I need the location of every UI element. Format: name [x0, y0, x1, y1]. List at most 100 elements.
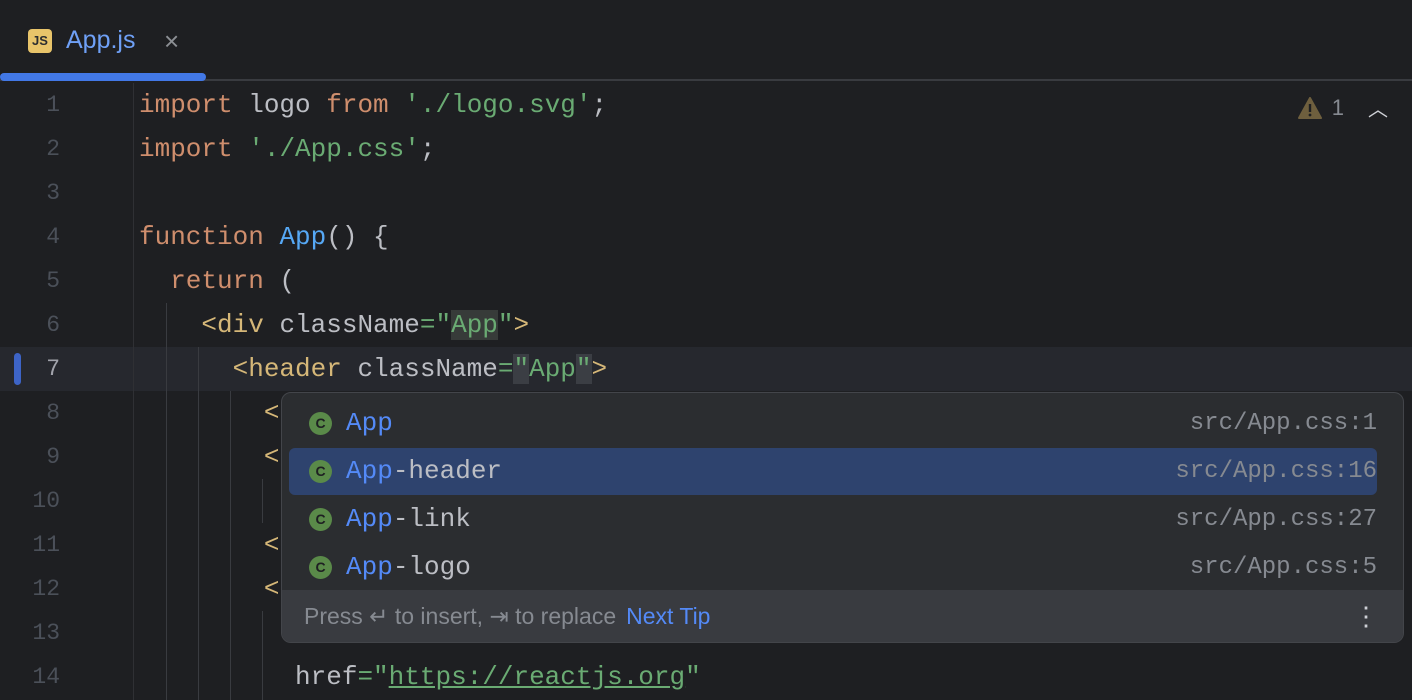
line-number: 11 — [0, 523, 60, 567]
code-text: import logo from './logo.svg'; — [139, 83, 607, 127]
line-number: 7 — [0, 347, 60, 391]
code-token: ( — [264, 266, 295, 296]
code-token: ; — [592, 90, 608, 120]
indent-guide — [198, 347, 199, 700]
code-text: <header className="App"> — [139, 347, 607, 391]
match-text: App — [346, 504, 393, 534]
line-number: 1 — [0, 83, 60, 127]
line-number: 8 — [0, 391, 60, 435]
code-token: App — [529, 354, 576, 384]
indent-guide — [262, 479, 263, 523]
code-token: < — [264, 398, 280, 428]
code-token: import — [139, 90, 233, 120]
code-token: " — [576, 354, 592, 384]
code-token: from — [326, 90, 388, 120]
code-text: < — [139, 523, 279, 567]
more-options-icon[interactable]: ⋮ — [1353, 590, 1379, 642]
line-number: 5 — [0, 259, 60, 303]
css-class-icon: C — [309, 412, 332, 435]
tab-app-js[interactable]: JS App.js × — [0, 0, 206, 81]
active-tab-indicator — [0, 73, 206, 81]
code-token: import — [139, 134, 233, 164]
rest-text: -header — [393, 456, 502, 486]
line-number: 2 — [0, 127, 60, 171]
code-token: function — [139, 222, 264, 252]
code-line[interactable]: 7 <header className="App"> — [0, 347, 1412, 391]
code-token — [139, 442, 264, 472]
chevron-up-icon[interactable]: ︿ — [1368, 93, 1388, 122]
line-number: 6 — [0, 303, 60, 347]
code-token: < — [264, 530, 280, 560]
code-token: ; — [420, 134, 436, 164]
code-token: <div — [201, 310, 263, 340]
code-line[interactable]: 1 import logo from './logo.svg'; — [0, 83, 1412, 127]
completion-item-location: src/App.css:1 — [1190, 400, 1377, 447]
code-token: " — [685, 662, 701, 692]
code-token — [139, 310, 201, 340]
indent-guide — [230, 391, 231, 700]
code-text: return ( — [139, 259, 295, 303]
code-text: <div className="App"> — [139, 303, 529, 347]
code-token — [139, 574, 264, 604]
code-token: './logo.svg' — [404, 90, 591, 120]
line-number: 10 — [0, 479, 60, 523]
code-token: className — [264, 310, 420, 340]
indent-guide — [166, 303, 167, 700]
inspection-widget[interactable]: 1 ︿ — [1298, 93, 1388, 122]
completion-popup: CAppsrc/App.css:1CApp-headersrc/App.css:… — [281, 392, 1404, 643]
tab-label: App.js — [66, 26, 135, 55]
line-number: 9 — [0, 435, 60, 479]
code-token: App — [279, 222, 326, 252]
code-line[interactable]: 2import './App.css'; — [0, 127, 1412, 171]
code-token: () { — [326, 222, 388, 252]
completion-item[interactable]: CApp-headersrc/App.css:16 — [289, 448, 1377, 495]
completion-item[interactable]: C App src/App.css:1 — [289, 400, 1377, 447]
completion-item-location: src/App.css:5 — [1190, 544, 1377, 591]
code-token: href — [139, 662, 357, 692]
next-tip-link[interactable]: Next Tip — [626, 603, 710, 629]
css-class-icon: C — [309, 556, 332, 579]
completion-item[interactable]: C App-link src/App.css:27 — [289, 496, 1377, 543]
code-token: = — [498, 354, 514, 384]
code-token: " — [498, 310, 514, 340]
code-line[interactable]: 14 href="https://reactjs.org" — [0, 655, 1412, 699]
code-text: < — [139, 391, 279, 435]
close-icon[interactable]: × — [164, 26, 179, 57]
completion-item-name: App-header — [346, 448, 502, 495]
completion-item[interactable]: C App-logo src/App.css:5 — [289, 544, 1377, 591]
code-text: href="https://reactjs.org" — [139, 655, 701, 699]
completion-item-name: App-link — [346, 496, 471, 543]
code-text: < — [139, 435, 279, 479]
code-token: < — [264, 574, 280, 604]
match-text: App — [346, 408, 393, 438]
completion-item-name: App-logo — [346, 544, 471, 591]
css-class-icon: C — [309, 508, 332, 531]
code-line[interactable]: 6 <div className="App"> — [0, 303, 1412, 347]
code-token — [389, 90, 405, 120]
code-token: logo — [233, 90, 327, 120]
completion-footer: Press ↵ to insert, ⇥ to replaceNext Tip … — [282, 590, 1404, 643]
match-text: App — [346, 552, 393, 582]
completion-item-location: src/App.css:27 — [1175, 496, 1377, 543]
match-text: App — [346, 456, 393, 486]
line-number: 13 — [0, 611, 60, 655]
code-text: function App() { — [139, 215, 389, 259]
code-token: App — [451, 310, 498, 340]
javascript-file-icon: JS — [28, 29, 52, 53]
code-token — [139, 398, 264, 428]
code-token: <header — [233, 354, 342, 384]
code-token: > — [592, 354, 608, 384]
code-token: " — [513, 354, 529, 384]
code-token — [264, 222, 280, 252]
code-line[interactable]: 4 function App() { — [0, 215, 1412, 259]
warning-count: 1 — [1332, 95, 1344, 121]
code-line[interactable]: 3 — [0, 171, 1412, 215]
line-number: 3 — [0, 171, 60, 215]
code-token: =" — [420, 310, 451, 340]
code-line[interactable]: 5 return ( — [0, 259, 1412, 303]
rest-text: -logo — [393, 552, 471, 582]
code-token: > — [514, 310, 530, 340]
code-token — [139, 530, 264, 560]
code-text: < — [139, 567, 279, 611]
line-number: 4 — [0, 215, 60, 259]
